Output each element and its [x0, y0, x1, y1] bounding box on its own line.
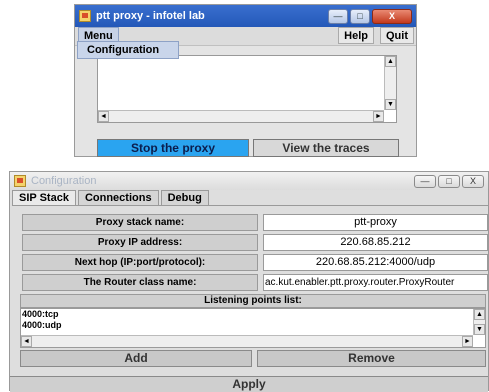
router-class-label: The Router class name: — [22, 274, 258, 291]
list-item[interactable]: 4000:tcp — [21, 309, 485, 320]
router-class-field[interactable]: ac.kut.enabler.ptt.proxy.router.ProxyRou… — [263, 274, 488, 291]
app-icon — [14, 175, 26, 187]
apply-button[interactable]: Apply — [10, 376, 488, 392]
tab-debug[interactable]: Debug — [160, 190, 209, 205]
config-tabs: SIP Stack Connections Debug — [12, 190, 211, 206]
scroll-up-icon[interactable]: ▲ — [474, 309, 485, 320]
scroll-right-icon[interactable]: ► — [373, 111, 384, 122]
next-hop-field[interactable]: 220.68.85.212:4000/udp — [263, 254, 488, 271]
router-class-row: The Router class name: ac.kut.enabler.pt… — [22, 274, 488, 291]
maximize-button[interactable]: □ — [438, 174, 460, 188]
proxy-window-title: ptt proxy - infotel lab — [96, 10, 205, 22]
scroll-left-icon[interactable]: ◄ — [21, 336, 32, 347]
menu-item-configuration[interactable]: Configuration — [77, 41, 179, 59]
close-button[interactable]: X — [372, 8, 412, 24]
app-icon — [79, 10, 91, 22]
list-item[interactable]: 4000:udp — [21, 320, 485, 331]
scroll-right-icon[interactable]: ► — [462, 336, 473, 347]
quit-menu[interactable]: Quit — [380, 27, 414, 44]
horizontal-scrollbar[interactable]: ◄ ► — [21, 335, 473, 347]
remove-button[interactable]: Remove — [257, 350, 486, 367]
listening-points-list[interactable]: 4000:tcp 4000:udp ▲ ▼ ◄ ► — [20, 308, 486, 348]
vertical-scrollbar[interactable]: ▲ ▼ — [473, 309, 485, 335]
horizontal-scrollbar[interactable]: ◄ ► — [98, 110, 384, 122]
scroll-up-icon[interactable]: ▲ — [385, 56, 396, 67]
proxy-stack-name-row: Proxy stack name: ptt-proxy — [22, 214, 488, 231]
tab-connections[interactable]: Connections — [77, 190, 159, 205]
proxy-stack-name-field[interactable]: ptt-proxy — [263, 214, 488, 231]
config-window-titlebar[interactable]: Configuration — □ X — [10, 172, 488, 190]
configuration-window: Configuration — □ X SIP Stack Connection… — [9, 171, 489, 392]
next-hop-row: Next hop (IP:port/protocol): 220.68.85.2… — [22, 254, 488, 271]
minimize-button[interactable]: — — [414, 174, 436, 188]
help-menu[interactable]: Help — [338, 27, 374, 44]
scroll-down-icon[interactable]: ▼ — [474, 324, 485, 335]
stop-proxy-button[interactable]: Stop the proxy — [97, 139, 249, 157]
listening-points-header: Listening points list: — [20, 294, 486, 308]
proxy-ip-label: Proxy IP address: — [22, 234, 258, 251]
maximize-button[interactable]: □ — [350, 8, 370, 24]
add-button[interactable]: Add — [20, 350, 252, 367]
proxy-window-titlebar[interactable]: ptt proxy - infotel lab — □ X — [75, 5, 416, 27]
scroll-left-icon[interactable]: ◄ — [98, 111, 109, 122]
next-hop-label: Next hop (IP:port/protocol): — [22, 254, 258, 271]
config-window-title: Configuration — [31, 175, 97, 187]
trace-output-area[interactable]: ▲ ▼ ◄ ► — [97, 55, 397, 123]
ptt-proxy-window: ptt proxy - infotel lab — □ X Menu Help … — [74, 4, 417, 157]
proxy-ip-field[interactable]: 220.68.85.212 — [263, 234, 488, 251]
minimize-button[interactable]: — — [328, 8, 348, 24]
view-traces-button[interactable]: View the traces — [253, 139, 399, 157]
proxy-ip-row: Proxy IP address: 220.68.85.212 — [22, 234, 488, 251]
scroll-down-icon[interactable]: ▼ — [385, 99, 396, 110]
close-button[interactable]: X — [462, 174, 484, 188]
vertical-scrollbar[interactable]: ▲ ▼ — [384, 56, 396, 110]
proxy-stack-name-label: Proxy stack name: — [22, 214, 258, 231]
tab-sip-stack[interactable]: SIP Stack — [12, 190, 76, 205]
